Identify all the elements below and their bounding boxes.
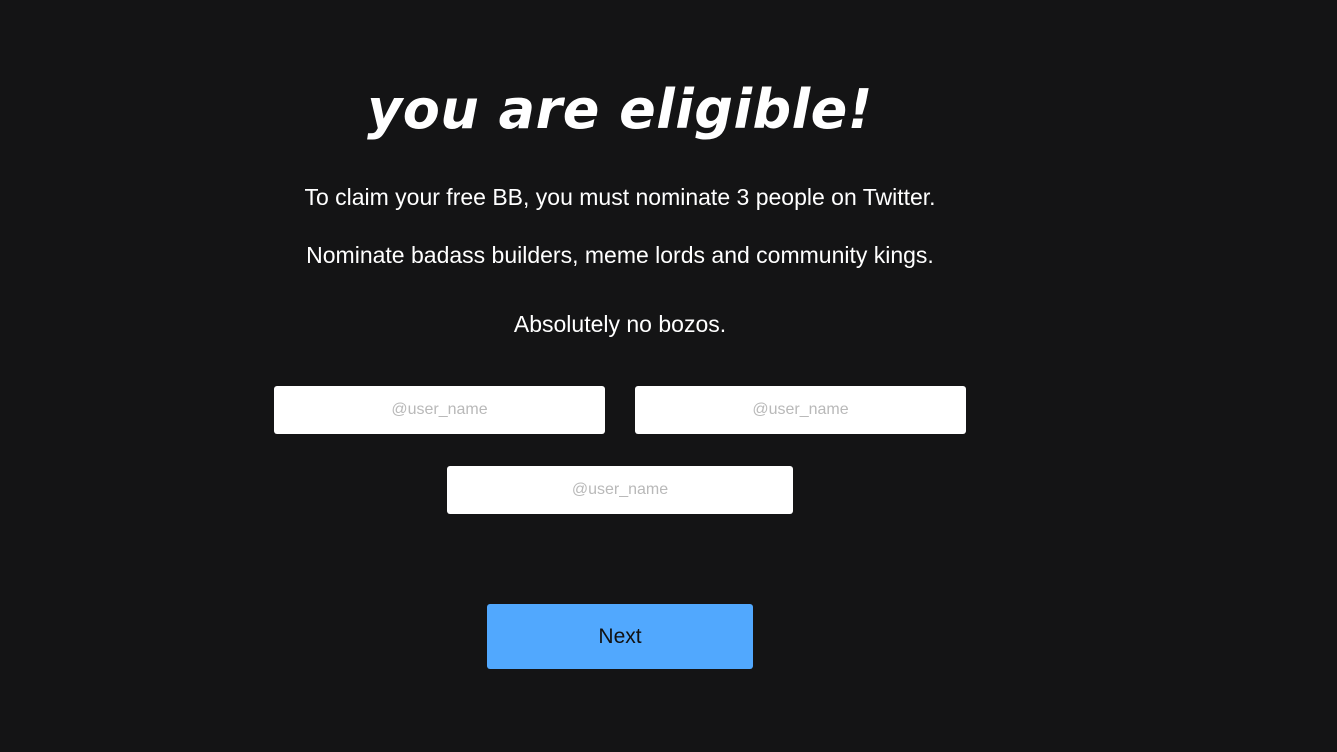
no-bozos-note: Absolutely no bozos. [513,311,727,337]
eligibility-page: you are eligible! To claim your free BB,… [0,0,1337,752]
page-title: you are eligible! [367,78,873,141]
nominee-1-input[interactable] [274,386,605,434]
nomination-guidance: Nominate badass builders, meme lords and… [306,242,934,268]
nominee-2-input[interactable] [635,386,966,434]
claim-instructions: To claim your free BB, you must nominate… [304,184,936,210]
next-button[interactable]: Next [487,604,753,669]
nominee-3-input[interactable] [447,466,793,514]
